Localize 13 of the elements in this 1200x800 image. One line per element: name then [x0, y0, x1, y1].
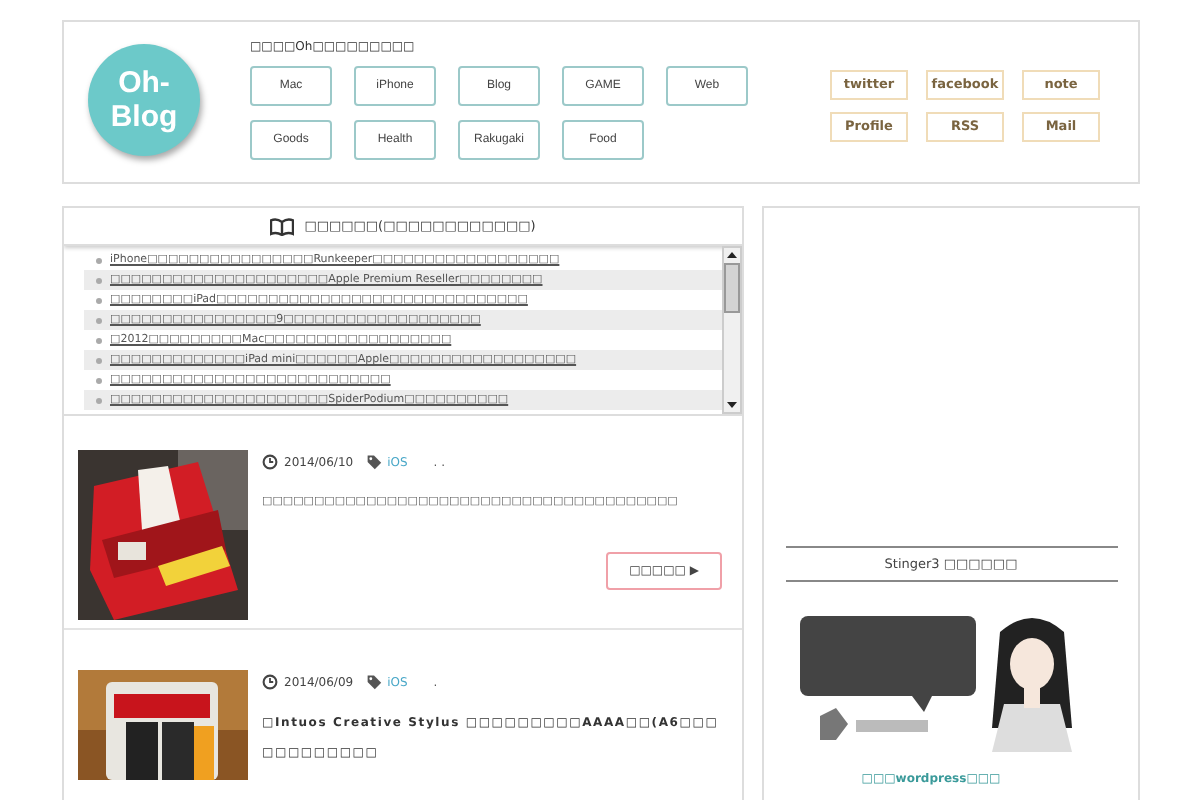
bullet-icon	[96, 277, 102, 283]
bullet-icon	[96, 357, 102, 363]
bullet-icon	[96, 317, 102, 323]
book-icon	[270, 217, 295, 235]
bullet-icon	[96, 377, 102, 383]
clock-icon	[262, 674, 278, 690]
tag-icon	[365, 454, 382, 470]
bullet-icon	[96, 337, 102, 343]
tag-icon	[365, 674, 382, 690]
bullet-icon	[96, 297, 102, 303]
clock-icon	[262, 454, 278, 470]
bullet-icon	[96, 257, 102, 263]
bullet-icon	[96, 397, 102, 403]
